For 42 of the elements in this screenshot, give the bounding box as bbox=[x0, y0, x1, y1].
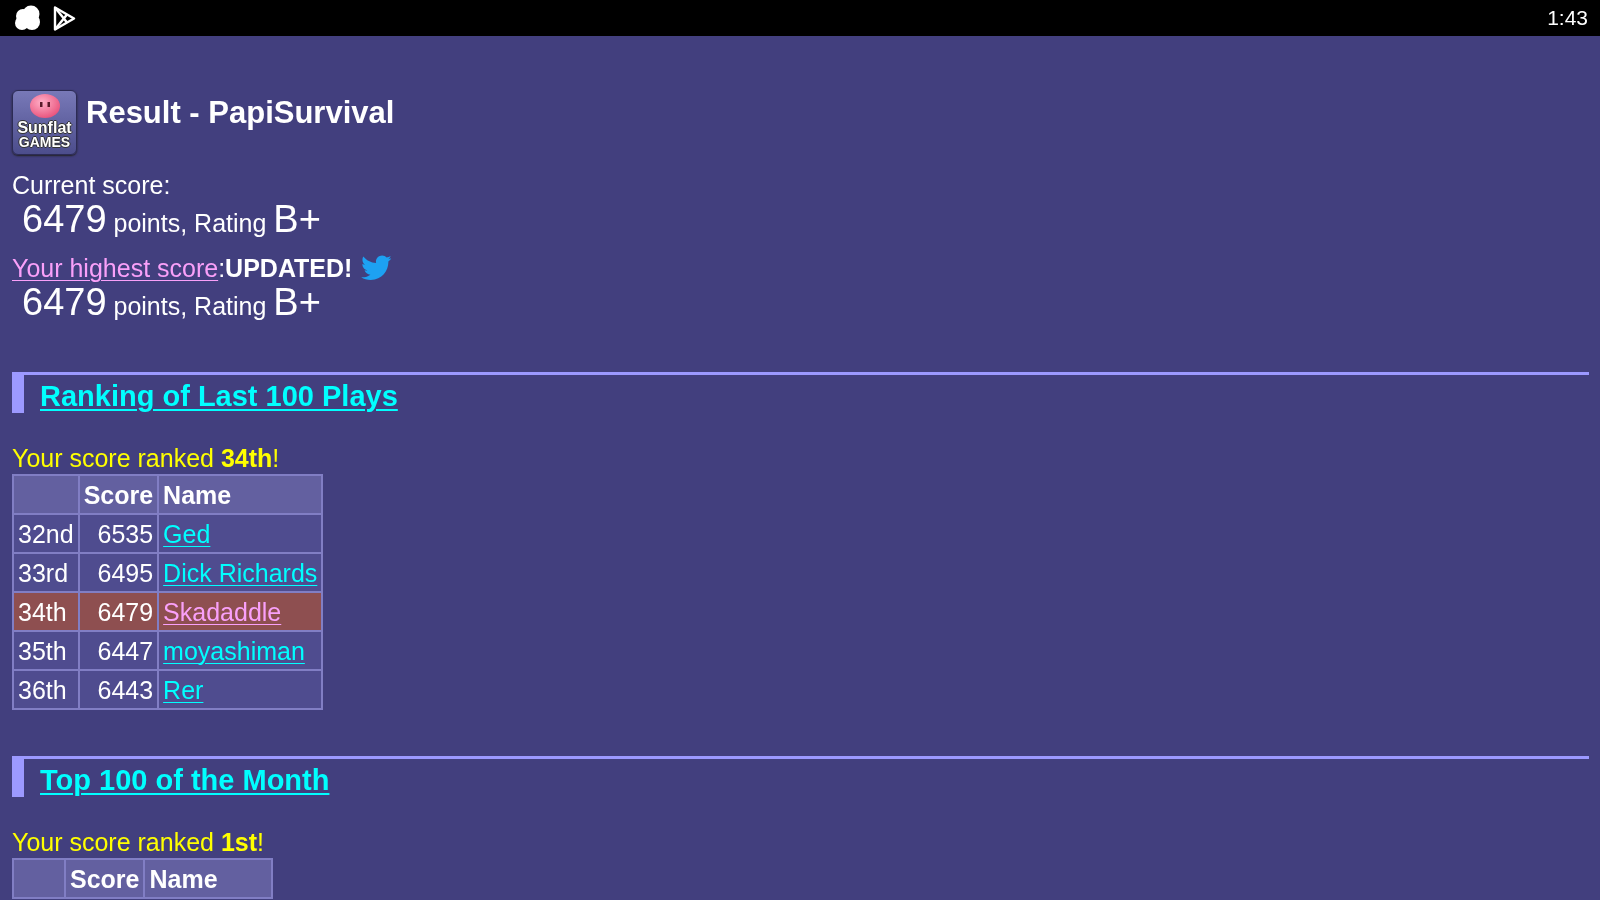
player-name-link[interactable]: Dick Richards bbox=[163, 558, 318, 587]
column-header bbox=[14, 860, 64, 897]
player-name-link[interactable]: moyashiman bbox=[163, 636, 305, 665]
rating-grade: B+ bbox=[273, 281, 321, 323]
logo-text: GAMES bbox=[18, 135, 71, 150]
table-cell-text: 36th bbox=[17, 674, 68, 706]
points-label: points, Rating bbox=[113, 209, 267, 237]
play-triangle-icon bbox=[53, 5, 76, 31]
section-heading-link[interactable]: Top 100 of the Month bbox=[40, 763, 330, 797]
page-title: Result - PapiSurvival bbox=[86, 94, 395, 131]
table-cell-text: 32nd bbox=[17, 518, 75, 550]
logo-text: Sunflat bbox=[17, 120, 72, 135]
table-cell-text: 33rd bbox=[17, 557, 70, 589]
table-cell-text: 35th bbox=[17, 635, 68, 667]
blob-icon bbox=[29, 94, 60, 118]
section-heading-link[interactable]: Ranking of Last 100 Plays bbox=[40, 379, 398, 413]
table-cell-text: 6535 bbox=[96, 518, 155, 550]
table-cell-text: 6495 bbox=[96, 557, 155, 589]
column-header bbox=[14, 476, 78, 513]
clock-time: 1:43 bbox=[1547, 6, 1588, 30]
highest-score-link[interactable]: Your highest score bbox=[12, 254, 219, 282]
column-header: Score bbox=[66, 860, 144, 897]
player-name-link[interactable]: Skadaddle bbox=[163, 597, 282, 626]
player-name-link[interactable]: Rer bbox=[163, 675, 204, 704]
score-points: 6479 bbox=[22, 281, 107, 323]
bird-icon[interactable] bbox=[360, 254, 393, 282]
table-cell-text: 6447 bbox=[96, 635, 155, 667]
table-cell-text: 6479 bbox=[96, 596, 155, 628]
rank-message: Your score ranked 1st! bbox=[12, 828, 265, 856]
update-notice: :UPDATED! bbox=[218, 254, 353, 282]
cloud-icon bbox=[14, 5, 41, 31]
column-header: Name bbox=[159, 476, 322, 513]
score-points: 6479 bbox=[22, 198, 107, 240]
table-cell-text: 6443 bbox=[96, 674, 155, 706]
score-label: Current score: bbox=[12, 171, 171, 199]
player-name-link[interactable]: Ged bbox=[163, 519, 211, 548]
column-header: Score bbox=[79, 476, 158, 513]
points-label: points, Rating bbox=[113, 292, 267, 320]
table-cell-text: 34th bbox=[17, 596, 68, 628]
rating-grade: B+ bbox=[273, 198, 321, 240]
column-header: Name bbox=[145, 860, 272, 897]
rank-message: Your score ranked 34th! bbox=[12, 444, 280, 472]
